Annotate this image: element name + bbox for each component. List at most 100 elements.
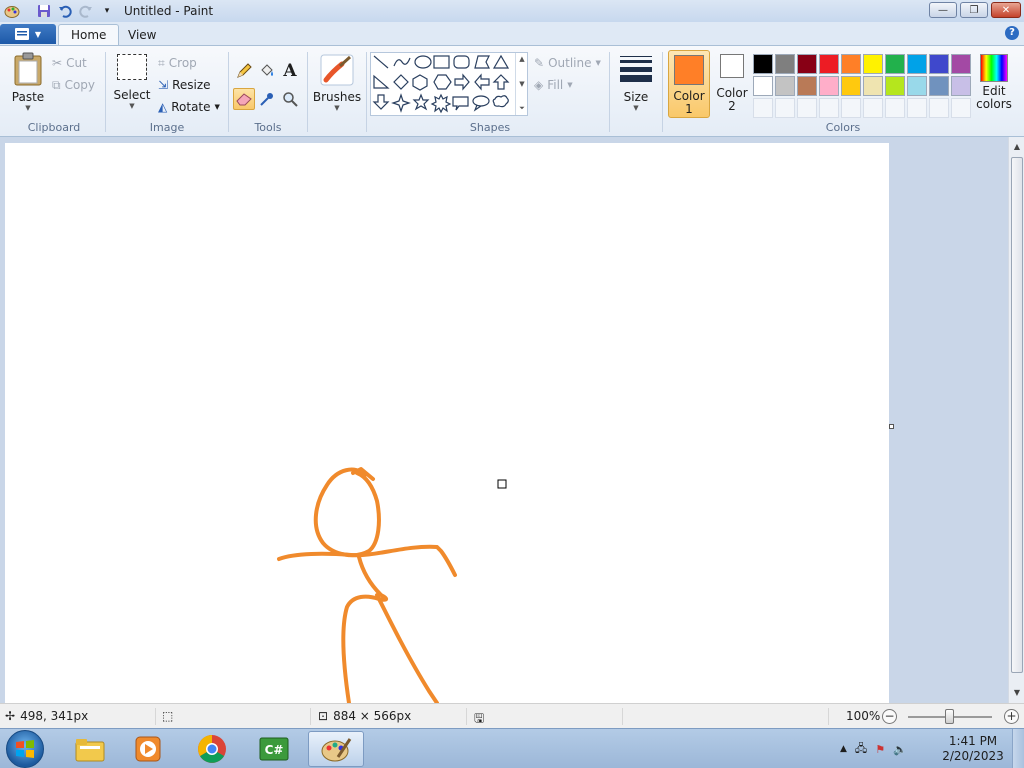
palette-swatch[interactable] (819, 76, 839, 96)
scroll-up-arrow-icon[interactable]: ▲ (1009, 139, 1024, 155)
palette-swatch[interactable] (797, 76, 817, 96)
undo-icon[interactable] (56, 2, 74, 20)
chevron-down-icon: ▼ (633, 104, 639, 112)
clock-time: 1:41 PM (948, 734, 998, 748)
magnifier-tool[interactable] (279, 88, 301, 110)
custom-color-slot[interactable] (951, 98, 971, 118)
palette-swatch[interactable] (885, 76, 905, 96)
vertical-scrollbar[interactable]: ▲ ▼ (1008, 137, 1024, 703)
palette-swatch[interactable] (929, 54, 949, 74)
drawing-canvas[interactable] (5, 143, 889, 703)
palette-swatch[interactable] (951, 76, 971, 96)
palette-swatch[interactable] (841, 54, 861, 74)
cut-button[interactable]: ✂ Cut (52, 54, 87, 72)
expand-gallery-icon[interactable]: ⏷ (519, 104, 525, 113)
palette-swatch[interactable] (951, 54, 971, 74)
color-picker-tool[interactable] (256, 88, 278, 110)
tab-view[interactable]: View (116, 24, 168, 45)
zoom-in-button[interactable]: + (1004, 709, 1019, 724)
taskbar-media-player[interactable] (120, 731, 176, 767)
action-center-icon[interactable]: ⚑ (875, 743, 885, 756)
canvas-resize-handle[interactable] (889, 424, 894, 429)
volume-icon[interactable]: 🔈 (893, 743, 907, 756)
color1-button[interactable]: Color 1 (668, 50, 710, 118)
palette-swatch[interactable] (907, 76, 927, 96)
chevron-down-icon: ▼ (567, 81, 573, 89)
pencil-tool[interactable] (233, 60, 255, 82)
show-desktop-button[interactable] (1012, 729, 1024, 768)
taskbar-csharp-ide[interactable]: C# (246, 731, 302, 767)
palette-swatch[interactable] (819, 54, 839, 74)
palette-swatch[interactable] (863, 76, 883, 96)
canvas-size: ⊡ 884 × 566px (318, 709, 411, 723)
edit-colors-label-2: colors (976, 97, 1012, 111)
palette-swatch[interactable] (907, 54, 927, 74)
stick-figure-drawing (277, 467, 507, 703)
color2-button[interactable]: Color 2 (714, 54, 750, 113)
tab-home[interactable]: Home (58, 24, 120, 45)
shapes-gallery-scroller[interactable]: ▲ ▼ ⏷ (515, 53, 528, 115)
help-icon[interactable]: ? (1005, 26, 1019, 40)
close-button[interactable]: ✕ (991, 2, 1021, 18)
taskbar-file-explorer[interactable] (62, 731, 118, 767)
custom-color-slot[interactable] (797, 98, 817, 118)
palette-swatch[interactable] (797, 54, 817, 74)
palette-swatch[interactable] (885, 54, 905, 74)
resize-button[interactable]: ⇲ Resize (158, 76, 211, 94)
save-icon[interactable] (35, 2, 53, 20)
clock[interactable]: 1:41 PM 2/20/2023 (940, 734, 1006, 764)
paint-app-icon[interactable] (3, 2, 21, 20)
size-button[interactable]: Size ▼ (618, 54, 654, 112)
custom-color-slot[interactable] (819, 98, 839, 118)
scroll-down-arrow-icon[interactable]: ▼ (1009, 685, 1024, 701)
text-tool[interactable]: A (279, 60, 301, 82)
scroll-up-icon[interactable]: ▲ (519, 55, 524, 63)
zoom-out-button[interactable]: − (882, 709, 897, 724)
custom-color-slot[interactable] (929, 98, 949, 118)
outline-button[interactable]: ✎ Outline ▼ (534, 54, 601, 72)
disk-icon: 🖫 (474, 711, 485, 725)
window-title: Untitled - Paint (124, 4, 214, 18)
palette-swatch[interactable] (775, 54, 795, 74)
custom-color-slot[interactable] (775, 98, 795, 118)
minimize-button[interactable]: — (929, 2, 957, 18)
vertical-scroll-thumb[interactable] (1011, 157, 1023, 673)
crop-button[interactable]: ⌗ Crop (158, 54, 197, 72)
eraser-tool[interactable] (233, 88, 255, 110)
paste-button[interactable]: Paste ▼ (8, 52, 48, 112)
start-button[interactable] (6, 730, 44, 768)
brush-icon (320, 54, 354, 86)
palette-swatch[interactable] (929, 76, 949, 96)
palette-swatch[interactable] (863, 54, 883, 74)
fill-tool[interactable] (256, 60, 278, 82)
palette-swatch[interactable] (753, 76, 773, 96)
palette-swatch[interactable] (753, 54, 773, 74)
custom-color-slot[interactable] (841, 98, 861, 118)
network-icon[interactable]: 🖧 (855, 740, 867, 759)
redo-icon[interactable] (77, 2, 95, 20)
eraser-cursor (497, 479, 507, 489)
select-button[interactable]: Select ▼ (112, 54, 152, 110)
palette-swatch[interactable] (841, 76, 861, 96)
rotate-button[interactable]: ◭ Rotate ▼ (158, 98, 220, 116)
palette-swatch[interactable] (775, 76, 795, 96)
custom-color-slot[interactable] (907, 98, 927, 118)
show-hidden-icons-icon[interactable]: ▲ (840, 744, 847, 754)
zoom-slider-thumb[interactable] (945, 709, 954, 724)
customize-quick-access-icon[interactable]: ▾ (98, 2, 116, 20)
crop-icon: ⌗ (158, 55, 165, 70)
paint-menu-button[interactable]: ▼ (0, 24, 56, 44)
custom-color-slot[interactable] (885, 98, 905, 118)
shapes-gallery-icons (372, 54, 510, 114)
taskbar-chrome[interactable] (184, 731, 240, 767)
custom-color-slot[interactable] (863, 98, 883, 118)
scroll-down-icon[interactable]: ▼ (519, 80, 524, 88)
fill-button[interactable]: ◈ Fill ▼ (534, 76, 573, 94)
custom-color-slot[interactable] (753, 98, 773, 118)
copy-button[interactable]: ⧉ Copy (52, 76, 95, 94)
selection-icon: ⬚ (162, 709, 174, 723)
restore-button[interactable]: ❐ (960, 2, 988, 18)
edit-colors-button[interactable]: Edit colors (975, 54, 1013, 111)
brushes-button[interactable]: Brushes ▼ (313, 54, 361, 112)
taskbar-paint[interactable] (308, 731, 364, 767)
